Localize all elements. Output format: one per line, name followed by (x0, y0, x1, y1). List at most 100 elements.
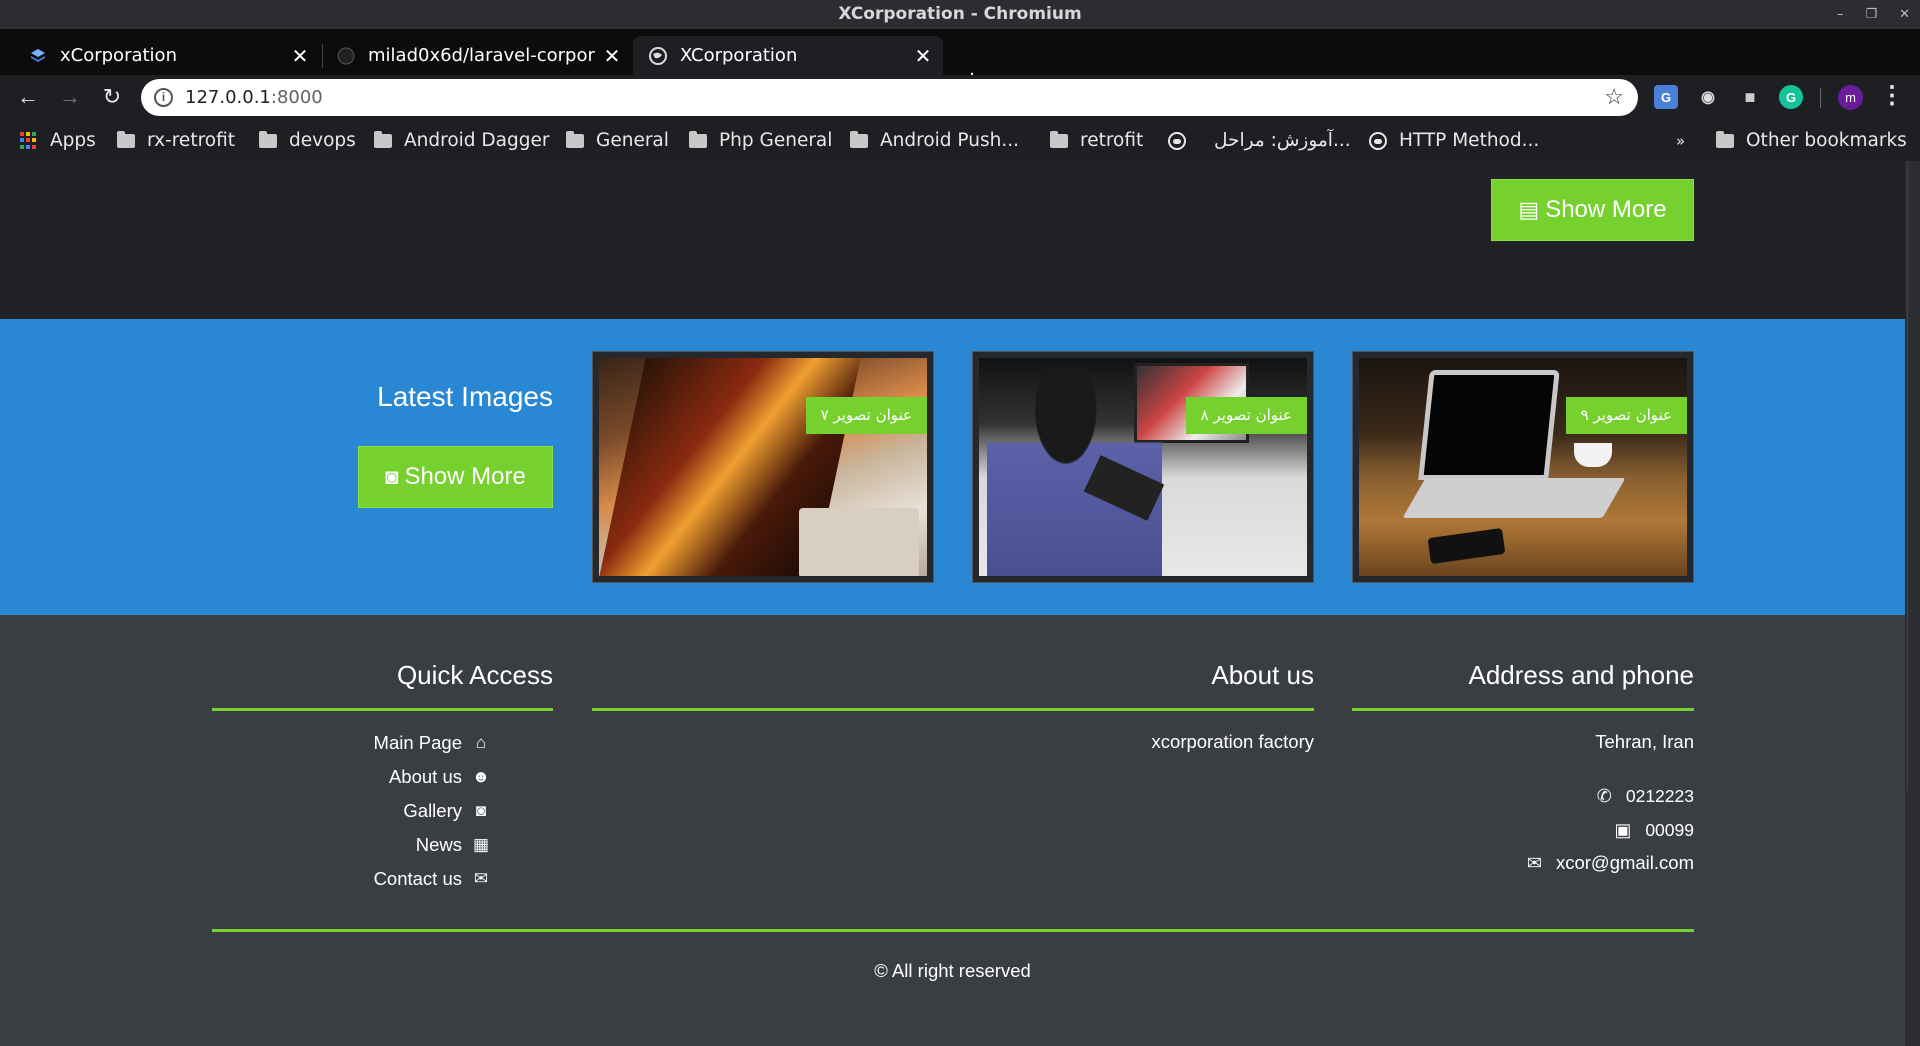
tab-close-icon[interactable]: ✕ (290, 44, 310, 68)
forward-icon[interactable]: → (56, 83, 84, 111)
grammarly-extension-icon[interactable]: G (1779, 85, 1803, 109)
translate-extension-icon[interactable]: G (1654, 85, 1678, 109)
tab-label: xCorporation (60, 45, 177, 66)
images-show-more-label: Show More (404, 463, 526, 490)
minimize-button[interactable]: – (1837, 0, 1844, 29)
about-text: xcorporation factory (1151, 731, 1314, 752)
url-port: :8000 (270, 87, 323, 108)
thumbnail-caption: عنوان تصویر ۹ (1565, 397, 1687, 434)
maximize-button[interactable]: ❐ (1865, 0, 1877, 29)
apps-grid-icon (20, 131, 38, 150)
news-show-more-button[interactable]: ▤ Show More (1491, 179, 1694, 241)
footer-bottom-divider (212, 929, 1694, 932)
footer-link-about-us[interactable]: About us ☻ (389, 766, 492, 788)
gallery-thumbnail[interactable]: عنوان تصویر ۸ (972, 351, 1314, 583)
footer-link-contact-us[interactable]: Contact us ✉ (374, 868, 492, 890)
bookmark-android-push[interactable]: Android Push... (850, 120, 1019, 161)
bookmarks-bar: Apps rx-retrofit devops Android Dagger G… (0, 120, 1920, 161)
toolbar-divider (1820, 88, 1821, 108)
link-label: News (415, 834, 462, 855)
window-titlebar: XCorporation - Chromium – ❐ ✕ (0, 0, 1920, 29)
bookmark-star-icon[interactable]: ☆ (1604, 84, 1624, 110)
browser-menu-icon[interactable]: ⋮ (1880, 83, 1904, 109)
bookmark-devops[interactable]: devops (259, 120, 356, 161)
scrollbar-thumb[interactable] (1907, 161, 1918, 791)
globe-icon (648, 46, 668, 66)
info-icon[interactable]: i (154, 88, 173, 107)
bookmark-label: Php General (719, 130, 833, 151)
folder-icon (259, 130, 277, 148)
quick-access-links: Main Page ⌂ About us ☻ Gallery ◙ News ▦ Cont… (212, 615, 492, 915)
news-section: ▤ Show More (0, 161, 1905, 319)
bookmark-persian-tutorial[interactable]: آموزش: مراحل... (1168, 120, 1351, 161)
bookmark-php-general[interactable]: Php General (689, 120, 832, 161)
bookmark-apps[interactable]: Apps (20, 120, 96, 161)
address-title: Address and phone (1468, 660, 1694, 690)
copyright-text: © All right reserved (874, 960, 1031, 981)
footer-link-main-page[interactable]: Main Page ⌂ (374, 732, 492, 754)
window-controls: – ❐ ✕ (1837, 0, 1910, 29)
url-text[interactable]: 127.0.0.1:8000 (185, 79, 323, 116)
images-show-more-button[interactable]: ◙ Show More (358, 446, 553, 508)
footer-link-gallery[interactable]: Gallery ◙ (403, 800, 492, 822)
camera-extension-icon[interactable]: ■ (1738, 85, 1762, 109)
about-divider (592, 708, 1314, 711)
gallery-thumbnail[interactable]: عنوان تصویر ۹ (1352, 351, 1694, 583)
bookmark-rx-retrofit[interactable]: rx-retrofit (117, 120, 235, 161)
layers-icon (28, 46, 48, 66)
address-bar[interactable]: i 127.0.0.1:8000 ☆ (141, 79, 1638, 116)
link-label: Gallery (403, 800, 462, 821)
bookmark-label: Android Push... (880, 130, 1019, 151)
phone-number: 0212223 (1625, 786, 1694, 806)
url-host: 127.0.0.1 (185, 87, 271, 108)
gallery-thumbnail[interactable]: عنوان تصویر ۷ (592, 351, 934, 583)
calendar-icon: ▦ (472, 835, 490, 854)
fax-number: 00099 (1645, 820, 1694, 840)
bookmark-retrofit[interactable]: retrofit (1050, 120, 1143, 161)
bookmark-android-dagger[interactable]: Android Dagger (374, 120, 549, 161)
reload-icon[interactable]: ↻ (98, 83, 126, 111)
window-title: XCorporation - Chromium (838, 4, 1082, 24)
globe-icon (1168, 131, 1186, 150)
close-window-button[interactable]: ✕ (1899, 0, 1910, 29)
fax-icon: ▣ (1614, 820, 1632, 840)
news-show-more-label: Show More (1545, 196, 1667, 223)
latest-images-title: Latest Images (377, 381, 553, 412)
folder-icon (1050, 130, 1068, 148)
tab-label: XCorporation (680, 45, 798, 66)
github-icon (336, 46, 356, 66)
tab-github[interactable]: milad0x6d/laravel-corpor ✕ (324, 36, 632, 75)
email-address[interactable]: xcor@gmail.com (1556, 852, 1694, 874)
workstation-photo (979, 358, 1307, 576)
address-email: ✉ xcor@gmail.com (1352, 852, 1694, 874)
thumbnail-caption: عنوان تصویر ۷ (805, 397, 927, 434)
envelope-icon: ✉ (1526, 852, 1542, 873)
phone-icon: ✆ (1596, 786, 1612, 806)
folder-icon (566, 130, 584, 148)
link-label: Main Page (373, 732, 462, 753)
tab-close-icon[interactable]: ✕ (913, 44, 933, 68)
bookmarks-overflow-chevron[interactable]: » (1676, 120, 1685, 161)
camera-icon: ◙ (385, 464, 399, 489)
address-phone: ✆ 0212223 (1352, 786, 1694, 807)
folder-icon (850, 130, 868, 148)
browser-toolbar: ← → ↻ i 127.0.0.1:8000 ☆ G ◉ ■ G m ⋮ (0, 75, 1920, 120)
macbook-photo (1359, 358, 1687, 576)
back-icon[interactable]: ← (14, 83, 42, 111)
spy-extension-icon[interactable]: ◉ (1696, 85, 1720, 109)
bookmark-http-method[interactable]: HTTP Method... (1369, 120, 1539, 161)
profile-avatar[interactable]: m (1838, 85, 1863, 110)
bookmark-general[interactable]: General (566, 120, 669, 161)
folder-icon (689, 130, 707, 148)
tab-divider (322, 44, 323, 68)
envelope-icon: ✉ (473, 869, 489, 888)
footer-link-news[interactable]: News ▦ (416, 834, 492, 856)
bookmark-other[interactable]: Other bookmarks (1716, 120, 1907, 161)
address-location: Tehran, Iran (1595, 731, 1694, 752)
tab-close-icon[interactable]: ✕ (602, 44, 622, 68)
home-icon: ⌂ (475, 733, 487, 752)
tab-label: milad0x6d/laravel-corpor (368, 45, 595, 66)
tab-xcorporation-active[interactable]: XCorporation ✕ (633, 36, 943, 75)
laptop-photo (599, 358, 927, 576)
tab-xcorporation[interactable]: xCorporation ✕ (0, 36, 320, 75)
